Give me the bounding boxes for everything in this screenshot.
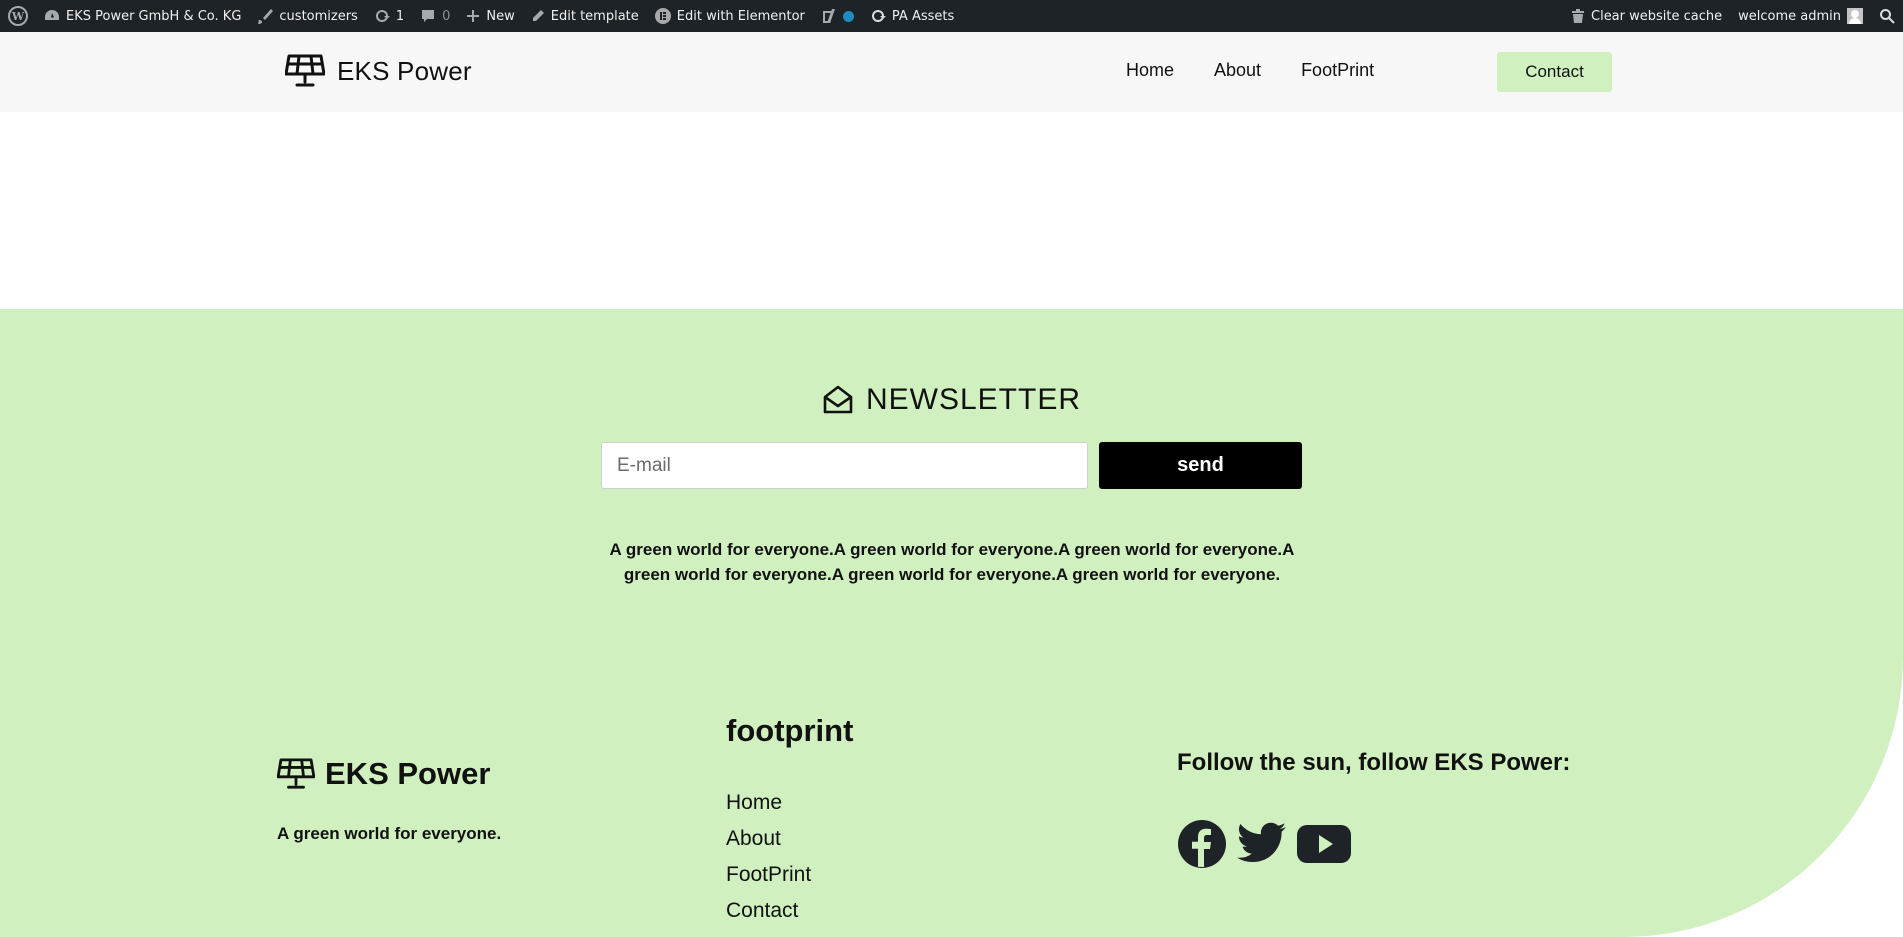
- svg-text:W: W: [11, 10, 25, 23]
- admin-customize[interactable]: customizers: [249, 0, 365, 32]
- envelope-open-icon: [823, 385, 853, 414]
- footer-links: Home About FootPrint Contact: [726, 785, 811, 929]
- edit-template-label: Edit template: [550, 8, 639, 24]
- nav-footprint[interactable]: FootPrint: [1301, 60, 1374, 81]
- admin-site-name[interactable]: EKS Power GmbH & Co. KG: [36, 0, 249, 32]
- footer-link-contact[interactable]: Contact: [726, 893, 811, 929]
- brush-icon: [258, 9, 274, 24]
- site-name-label: EKS Power GmbH & Co. KG: [66, 8, 242, 24]
- admin-new[interactable]: New: [458, 0, 522, 32]
- new-label: New: [486, 8, 515, 24]
- admin-bar-left: W EKS Power GmbH & Co. KG customizers 1 …: [0, 0, 962, 32]
- comments-count: 0: [442, 8, 451, 24]
- wordpress-logo-icon[interactable]: W: [0, 0, 36, 32]
- clear-cache-label: Clear website cache: [1591, 8, 1723, 24]
- customizers-label: customizers: [279, 8, 358, 24]
- seo-status-dot-icon: [842, 10, 854, 22]
- social-links: [1177, 819, 1351, 874]
- edit-elementor-label: Edit with Elementor: [676, 8, 805, 24]
- footer-link-home[interactable]: Home: [726, 785, 811, 821]
- solar-panel-icon: [285, 54, 325, 87]
- newsletter-title: NEWSLETTER: [865, 383, 1082, 416]
- footer-link-about[interactable]: About: [726, 821, 811, 857]
- admin-pa-assets[interactable]: PA Assets: [862, 0, 962, 32]
- twitter-icon[interactable]: [1237, 822, 1287, 871]
- search-icon: [1880, 9, 1895, 24]
- trash-icon: [1572, 9, 1584, 23]
- brand-name: EKS Power: [337, 55, 472, 86]
- nav-home[interactable]: Home: [1126, 60, 1174, 81]
- comment-icon: [422, 10, 435, 22]
- main-nav: Home About FootPrint: [1126, 60, 1374, 81]
- admin-yoast[interactable]: [813, 0, 862, 32]
- footer-logo[interactable]: EKS Power: [277, 756, 490, 792]
- refresh-icon: [871, 10, 886, 22]
- admin-edit-elementor[interactable]: Edit with Elementor: [647, 0, 813, 32]
- yoast-icon: [822, 9, 835, 23]
- avatar: [1847, 8, 1863, 24]
- footer-section: NEWSLETTER send A green world for everyo…: [0, 309, 1903, 937]
- dashboard-icon: [45, 10, 59, 20]
- newsletter-heading: NEWSLETTER: [0, 383, 1903, 417]
- solar-panel-icon: [277, 758, 315, 789]
- nav-about[interactable]: About: [1214, 60, 1261, 81]
- footer-tagline: A green world for everyone.: [277, 824, 502, 843]
- youtube-icon[interactable]: [1297, 824, 1351, 869]
- pencil-icon: [532, 10, 544, 21]
- admin-updates[interactable]: 1: [366, 0, 412, 32]
- plus-icon: [467, 10, 480, 22]
- email-input[interactable]: [601, 442, 1088, 489]
- contact-button[interactable]: Contact: [1497, 52, 1612, 92]
- footer-brand-name: EKS Power: [325, 756, 491, 791]
- send-button[interactable]: send: [1099, 442, 1302, 489]
- elementor-icon: [654, 8, 671, 24]
- footer-column-title: footprint: [726, 713, 854, 748]
- admin-account[interactable]: welcome admin: [1730, 0, 1871, 32]
- site-logo[interactable]: EKS Power: [285, 54, 472, 88]
- admin-edit-template[interactable]: Edit template: [523, 0, 647, 32]
- pa-assets-label: PA Assets: [891, 8, 955, 24]
- admin-clear-cache[interactable]: Clear website cache: [1563, 0, 1730, 32]
- welcome-label: welcome admin: [1738, 8, 1841, 24]
- facebook-icon[interactable]: [1177, 819, 1227, 874]
- newsletter-text: A green world for everyone.A green world…: [609, 540, 1295, 584]
- admin-search[interactable]: [1871, 0, 1903, 32]
- follow-heading: Follow the sun, follow EKS Power:: [1177, 749, 1571, 776]
- updates-icon: [375, 10, 390, 22]
- site-header: EKS Power Home About FootPrint Contact: [0, 32, 1903, 112]
- updates-count: 1: [395, 8, 405, 24]
- admin-bar-right: Clear website cache welcome admin: [1563, 0, 1903, 32]
- admin-comments[interactable]: 0: [412, 0, 458, 32]
- wp-admin-bar: W EKS Power GmbH & Co. KG customizers 1 …: [0, 0, 1903, 32]
- footer-link-footprint[interactable]: FootPrint: [726, 857, 811, 893]
